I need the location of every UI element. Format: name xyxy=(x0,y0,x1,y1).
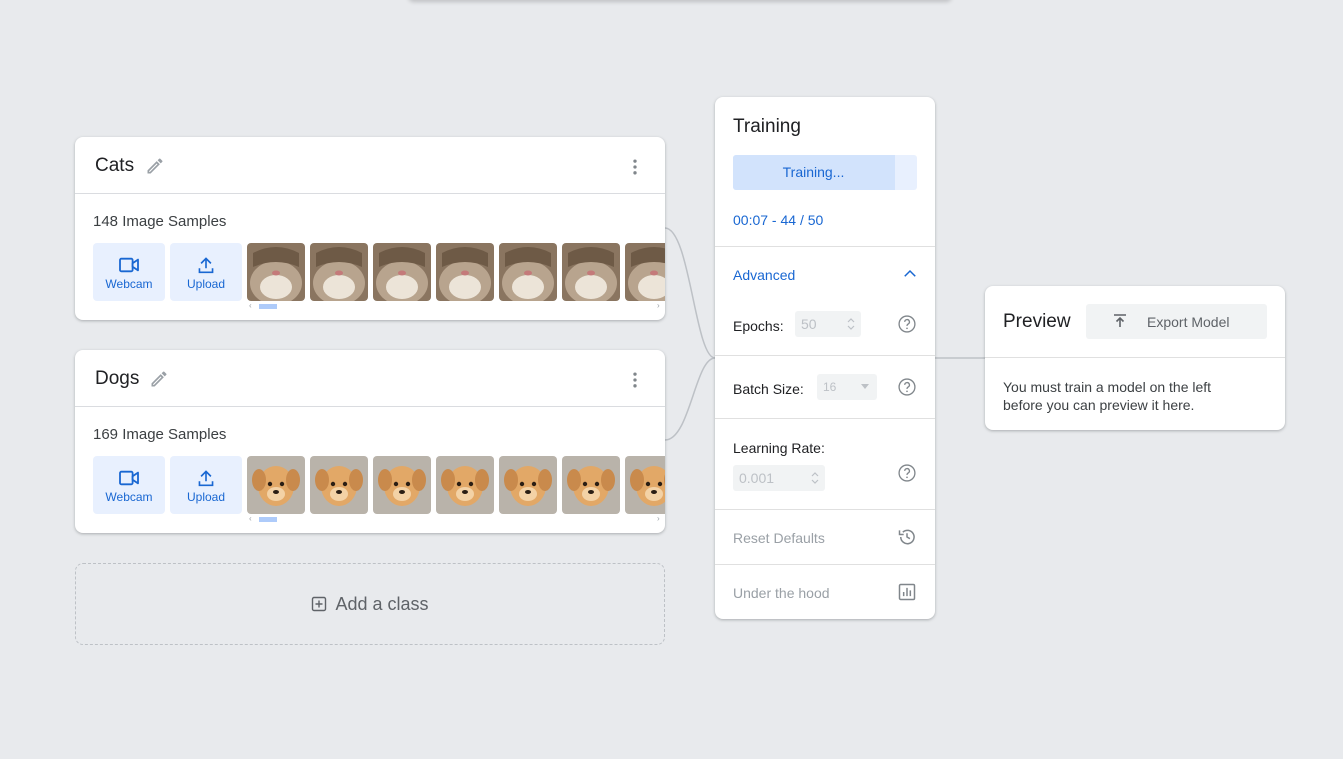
webcam-button[interactable]: Webcam xyxy=(93,456,165,514)
preview-message: You must train a model on the left befor… xyxy=(1003,379,1212,413)
upload-label: Upload xyxy=(186,277,226,291)
history-icon xyxy=(898,529,915,545)
cat-sample-thumbnail[interactable] xyxy=(310,243,368,301)
dropdown-arrow-icon xyxy=(861,384,869,389)
sample-count: 148 Image Samples xyxy=(93,213,227,230)
under-the-hood-button[interactable]: Under the hood xyxy=(715,565,935,619)
training-status: 00:07 - 44 / 50 xyxy=(733,212,824,228)
add-class-label: Add a class xyxy=(335,593,429,614)
chevron-up-icon xyxy=(904,269,916,277)
cat-sample-thumbnail[interactable] xyxy=(436,243,494,301)
scroll-right-arrow[interactable]: › xyxy=(657,514,660,523)
advanced-toggle[interactable]: Advanced xyxy=(715,247,935,302)
batch-size-select[interactable]: 16 xyxy=(817,374,877,400)
thumbnail-scrollbar[interactable] xyxy=(259,304,277,309)
class-header: Cats xyxy=(75,137,665,194)
epochs-label: Epochs: xyxy=(733,318,784,334)
puppy-sample-thumbnail[interactable] xyxy=(373,456,431,514)
puppy-sample-thumbnail[interactable] xyxy=(247,456,305,514)
cat-sample-thumbnail[interactable] xyxy=(562,243,620,301)
class-name: Dogs xyxy=(95,368,140,389)
spinner-icon[interactable] xyxy=(847,316,855,332)
upload-icon xyxy=(198,470,214,487)
training-title: Training xyxy=(733,116,801,137)
add-class-button[interactable]: Add a class xyxy=(75,563,665,645)
add-box-icon xyxy=(312,596,327,612)
webcam-button[interactable]: Webcam xyxy=(93,243,165,301)
puppy-sample-thumbnail[interactable] xyxy=(436,456,494,514)
thumbnail-scrollbar[interactable] xyxy=(259,517,277,522)
divider xyxy=(715,418,935,419)
edit-pencil-icon[interactable] xyxy=(149,369,169,389)
upload-icon xyxy=(198,257,214,274)
epochs-value: 50 xyxy=(801,316,817,332)
puppy-sample-thumbnail[interactable] xyxy=(499,456,557,514)
help-icon[interactable] xyxy=(897,377,917,397)
puppy-sample-thumbnail[interactable] xyxy=(562,456,620,514)
edit-pencil-icon[interactable] xyxy=(145,156,165,176)
export-model-label: Export Model xyxy=(1147,314,1230,330)
export-model-button[interactable]: Export Model xyxy=(1086,304,1267,339)
divider xyxy=(985,357,1285,358)
scroll-left-arrow[interactable]: ‹ xyxy=(249,514,252,523)
reset-defaults-label: Reset Defaults xyxy=(733,530,825,546)
upload-button[interactable]: Upload xyxy=(170,456,242,514)
batch-size-value: 16 xyxy=(823,380,837,394)
webcam-label: Webcam xyxy=(105,277,153,291)
learning-rate-input[interactable]: 0.001 xyxy=(733,465,825,491)
preview-title: Preview xyxy=(1003,311,1071,332)
videocam-icon xyxy=(119,257,139,273)
cat-sample-thumbnail[interactable] xyxy=(373,243,431,301)
training-panel: Training Training... 00:07 - 44 / 50 Adv… xyxy=(715,97,935,619)
train-model-button[interactable]: Training... xyxy=(733,155,917,190)
puppy-sample-thumbnail[interactable] xyxy=(310,456,368,514)
export-icon xyxy=(1114,314,1126,327)
batch-size-label: Batch Size: xyxy=(733,381,804,397)
class-header: Dogs xyxy=(75,350,665,407)
videocam-icon xyxy=(119,470,139,486)
cat-sample-thumbnail[interactable] xyxy=(247,243,305,301)
train-button-label: Training... xyxy=(782,164,845,180)
upload-label: Upload xyxy=(186,490,226,504)
puppy-sample-thumbnail[interactable] xyxy=(625,456,665,514)
bar-chart-icon xyxy=(898,583,916,601)
learning-rate-label: Learning Rate: xyxy=(733,440,825,456)
sample-count: 169 Image Samples xyxy=(93,426,227,443)
cat-sample-thumbnail[interactable] xyxy=(625,243,665,301)
help-icon[interactable] xyxy=(897,463,917,483)
more-vert-icon[interactable] xyxy=(625,370,645,390)
advanced-label: Advanced xyxy=(733,267,796,283)
class-card-dogs: Dogs 169 Image Samples Webcam Upload ‹ › xyxy=(75,350,665,533)
more-vert-icon[interactable] xyxy=(625,157,645,177)
class-card-cats: Cats 148 Image Samples Webcam Upload ‹ › xyxy=(75,137,665,320)
class-name: Cats xyxy=(95,155,135,176)
upload-button[interactable]: Upload xyxy=(170,243,242,301)
reset-defaults-button[interactable]: Reset Defaults xyxy=(715,510,935,564)
preview-panel: Preview Export Model You must train a mo… xyxy=(985,286,1285,430)
epochs-input[interactable]: 50 xyxy=(795,311,861,337)
divider xyxy=(715,355,935,356)
spinner-icon[interactable] xyxy=(811,470,819,486)
scroll-right-arrow[interactable]: › xyxy=(657,301,660,310)
learning-rate-value: 0.001 xyxy=(739,470,775,486)
cat-sample-thumbnail[interactable] xyxy=(499,243,557,301)
scroll-left-arrow[interactable]: ‹ xyxy=(249,301,252,310)
webcam-label: Webcam xyxy=(105,490,153,504)
help-icon[interactable] xyxy=(897,314,917,334)
under-the-hood-label: Under the hood xyxy=(733,585,830,601)
